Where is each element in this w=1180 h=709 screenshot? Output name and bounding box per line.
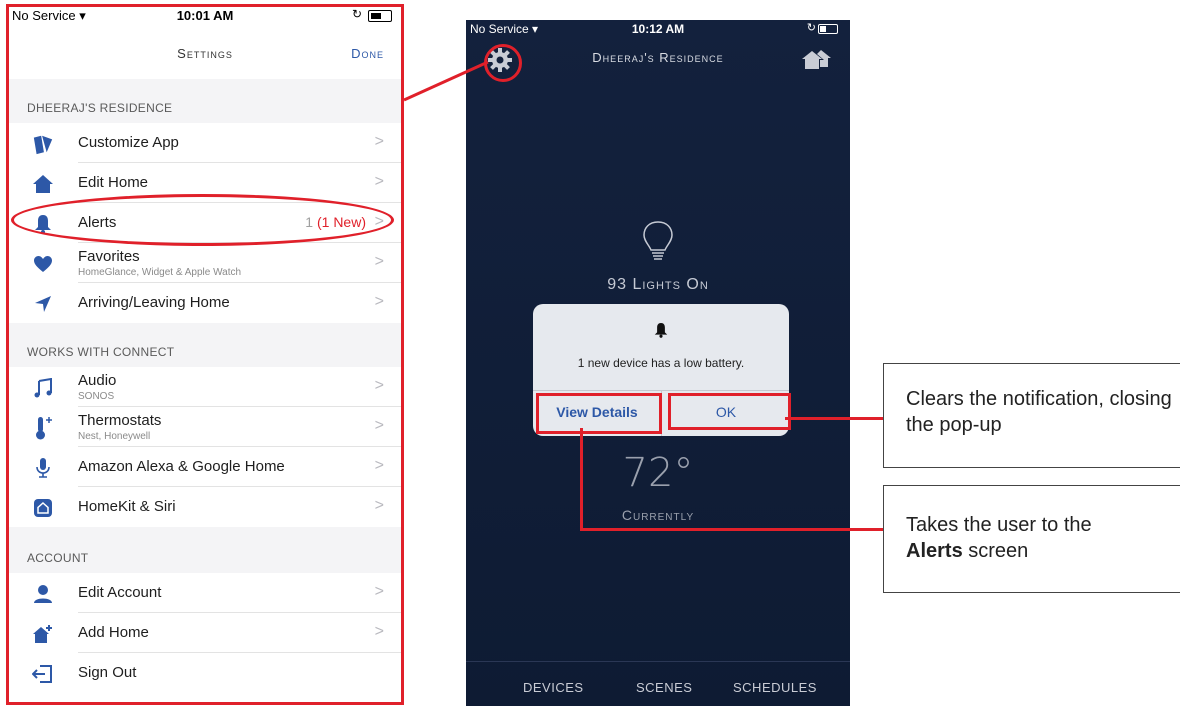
view-details-highlight [536, 393, 662, 434]
view-connector-horizontal [580, 528, 883, 531]
ok-connector-line [785, 417, 883, 420]
ok-highlight [668, 393, 791, 430]
gear-highlight-ring [484, 44, 522, 82]
view-connector-vertical [580, 428, 583, 531]
alerts-highlight-ellipse [11, 194, 394, 246]
connector-lines [403, 60, 489, 102]
